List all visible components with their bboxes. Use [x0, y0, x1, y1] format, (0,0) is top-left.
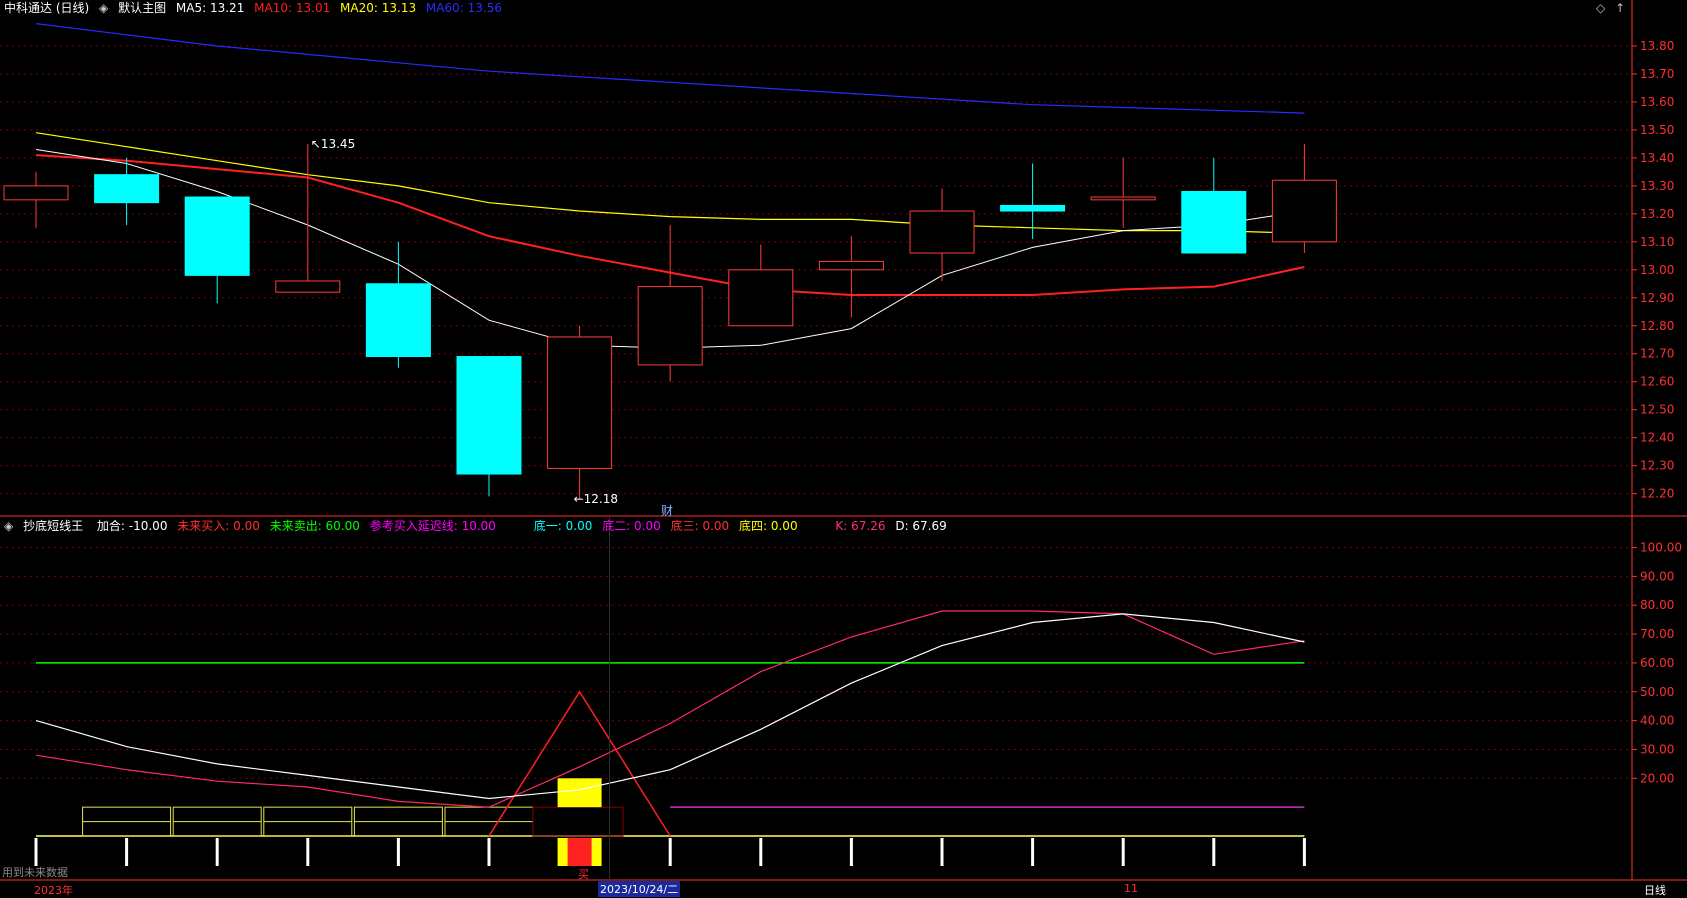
price-tick-label: 13.30	[1640, 179, 1674, 193]
month-label: 11	[1124, 882, 1138, 895]
ref-buy-delay-value: 参考买入延迟线: 10.00	[369, 519, 496, 533]
price-tick-label: 13.50	[1640, 123, 1674, 137]
indicator-tick-label: 80.00	[1640, 598, 1674, 612]
candle-up	[1090, 196, 1156, 201]
chart-canvas[interactable]: 13.80 13.70 13.60 13.50 13.40 13.30 13.20 13.10…	[0, 0, 1687, 898]
kdj-k-line	[35, 613, 1305, 800]
di2-value: 底二: 0.00	[602, 519, 661, 533]
stock-title: 中科通达 (日线)	[4, 1, 90, 15]
indicator-name[interactable]: 抄底短线王	[23, 519, 83, 533]
price-tick-label: 13.00	[1640, 263, 1674, 277]
window-controls: ◇ ↑	[1596, 0, 1631, 16]
peak-signal-line	[488, 690, 671, 837]
price-tick-label: 12.20	[1640, 487, 1674, 501]
candle-up	[637, 286, 703, 366]
finance-marker[interactable]: 财	[661, 502, 673, 519]
price-tick-label: 12.90	[1640, 291, 1674, 305]
ma20-value: MA20: 13.13	[340, 1, 417, 15]
ma60-line	[35, 23, 1305, 114]
future-sell-value: 未来卖出: 60.00	[269, 519, 360, 533]
main-chart-header: 中科通达 (日线) ◈ 默认主图 MA5: 13.21 MA10: 13.01 …	[4, 0, 508, 16]
indicator-header: ◈ 抄底短线王 加合: -10.00 未来买入: 0.00 未来卖出: 60.0…	[4, 518, 953, 534]
candle-down	[365, 283, 431, 358]
arrow-up-icon[interactable]: ↑	[1615, 1, 1625, 15]
candle-up	[547, 336, 613, 469]
ma60-value: MA60: 13.56	[425, 1, 502, 15]
indicator-tick-label: 30.00	[1640, 742, 1674, 756]
candle-down	[1000, 204, 1066, 212]
buy-signal-block	[557, 778, 602, 808]
price-tick-label: 12.50	[1640, 403, 1674, 417]
price-tick-label: 12.80	[1640, 319, 1674, 333]
candle-down	[1181, 190, 1247, 254]
indicator-tick-label: 40.00	[1640, 714, 1674, 728]
d-value: D: 67.69	[895, 519, 947, 533]
price-tick-label: 12.40	[1640, 431, 1674, 445]
candle-up	[275, 280, 341, 293]
price-tick-label: 13.70	[1640, 67, 1674, 81]
candle-up	[909, 210, 975, 254]
future-data-note: 用到未来数据	[2, 866, 68, 879]
period-label[interactable]: 日线	[1644, 882, 1666, 898]
year-label: 2023年	[34, 884, 73, 897]
indicator-tick-label: 20.00	[1640, 771, 1674, 785]
di3-value: 底三: 0.00	[670, 519, 730, 533]
candle-up	[3, 185, 69, 201]
candle-up	[728, 269, 794, 327]
indicator-tick-label: 50.00	[1640, 685, 1674, 699]
indicator-switch-icon[interactable]: ◈	[4, 519, 13, 533]
price-tick-label: 12.60	[1640, 375, 1674, 389]
high-price-annotation: ↖13.45	[311, 137, 355, 151]
price-tick-label: 13.10	[1640, 235, 1674, 249]
price-tick-label: 12.30	[1640, 459, 1674, 473]
indicator-tick-label: 60.00	[1640, 656, 1674, 670]
price-tick-label: 13.60	[1640, 95, 1674, 109]
indicator-tick-label: 100.00	[1640, 541, 1682, 555]
low-price-annotation: ←12.18	[574, 492, 618, 506]
indicator-tick-label: 90.00	[1640, 569, 1674, 583]
buy-column-inner	[567, 838, 592, 866]
candle-down	[184, 196, 250, 276]
candle-up	[1271, 179, 1337, 243]
price-tick-label: 12.70	[1640, 347, 1674, 361]
k-value: K: 67.26	[835, 519, 886, 533]
indicator-tick-label: 70.00	[1640, 627, 1674, 641]
future-buy-value: 未来买入: 0.00	[177, 519, 260, 533]
diamond-icon[interactable]: ◇	[1596, 1, 1605, 15]
buy-marker-label: 买	[578, 868, 589, 881]
cursor-date-label: 2023/10/24/二	[598, 881, 681, 897]
chart-window: 13.80 13.70 13.60 13.50 13.40 13.30 13.20 13.10…	[0, 0, 1687, 898]
kdj-d-line	[35, 610, 1305, 808]
template-switch-icon[interactable]: ◈	[99, 1, 108, 15]
candle-up	[818, 260, 884, 271]
candle-down	[94, 174, 160, 204]
price-tick-label: 13.80	[1640, 39, 1674, 53]
ma10-value: MA10: 13.01	[254, 1, 331, 15]
price-tick-label: 13.20	[1640, 207, 1674, 221]
di4-value: 底四: 0.00	[739, 519, 798, 533]
di1-value: 底一: 0.00	[533, 519, 593, 533]
jiahe-value: 加合: -10.00	[96, 519, 168, 533]
template-name[interactable]: 默认主图	[118, 1, 166, 15]
candle-down	[456, 356, 522, 475]
ma5-value: MA5: 13.21	[175, 1, 245, 15]
price-tick-label: 13.40	[1640, 151, 1674, 165]
